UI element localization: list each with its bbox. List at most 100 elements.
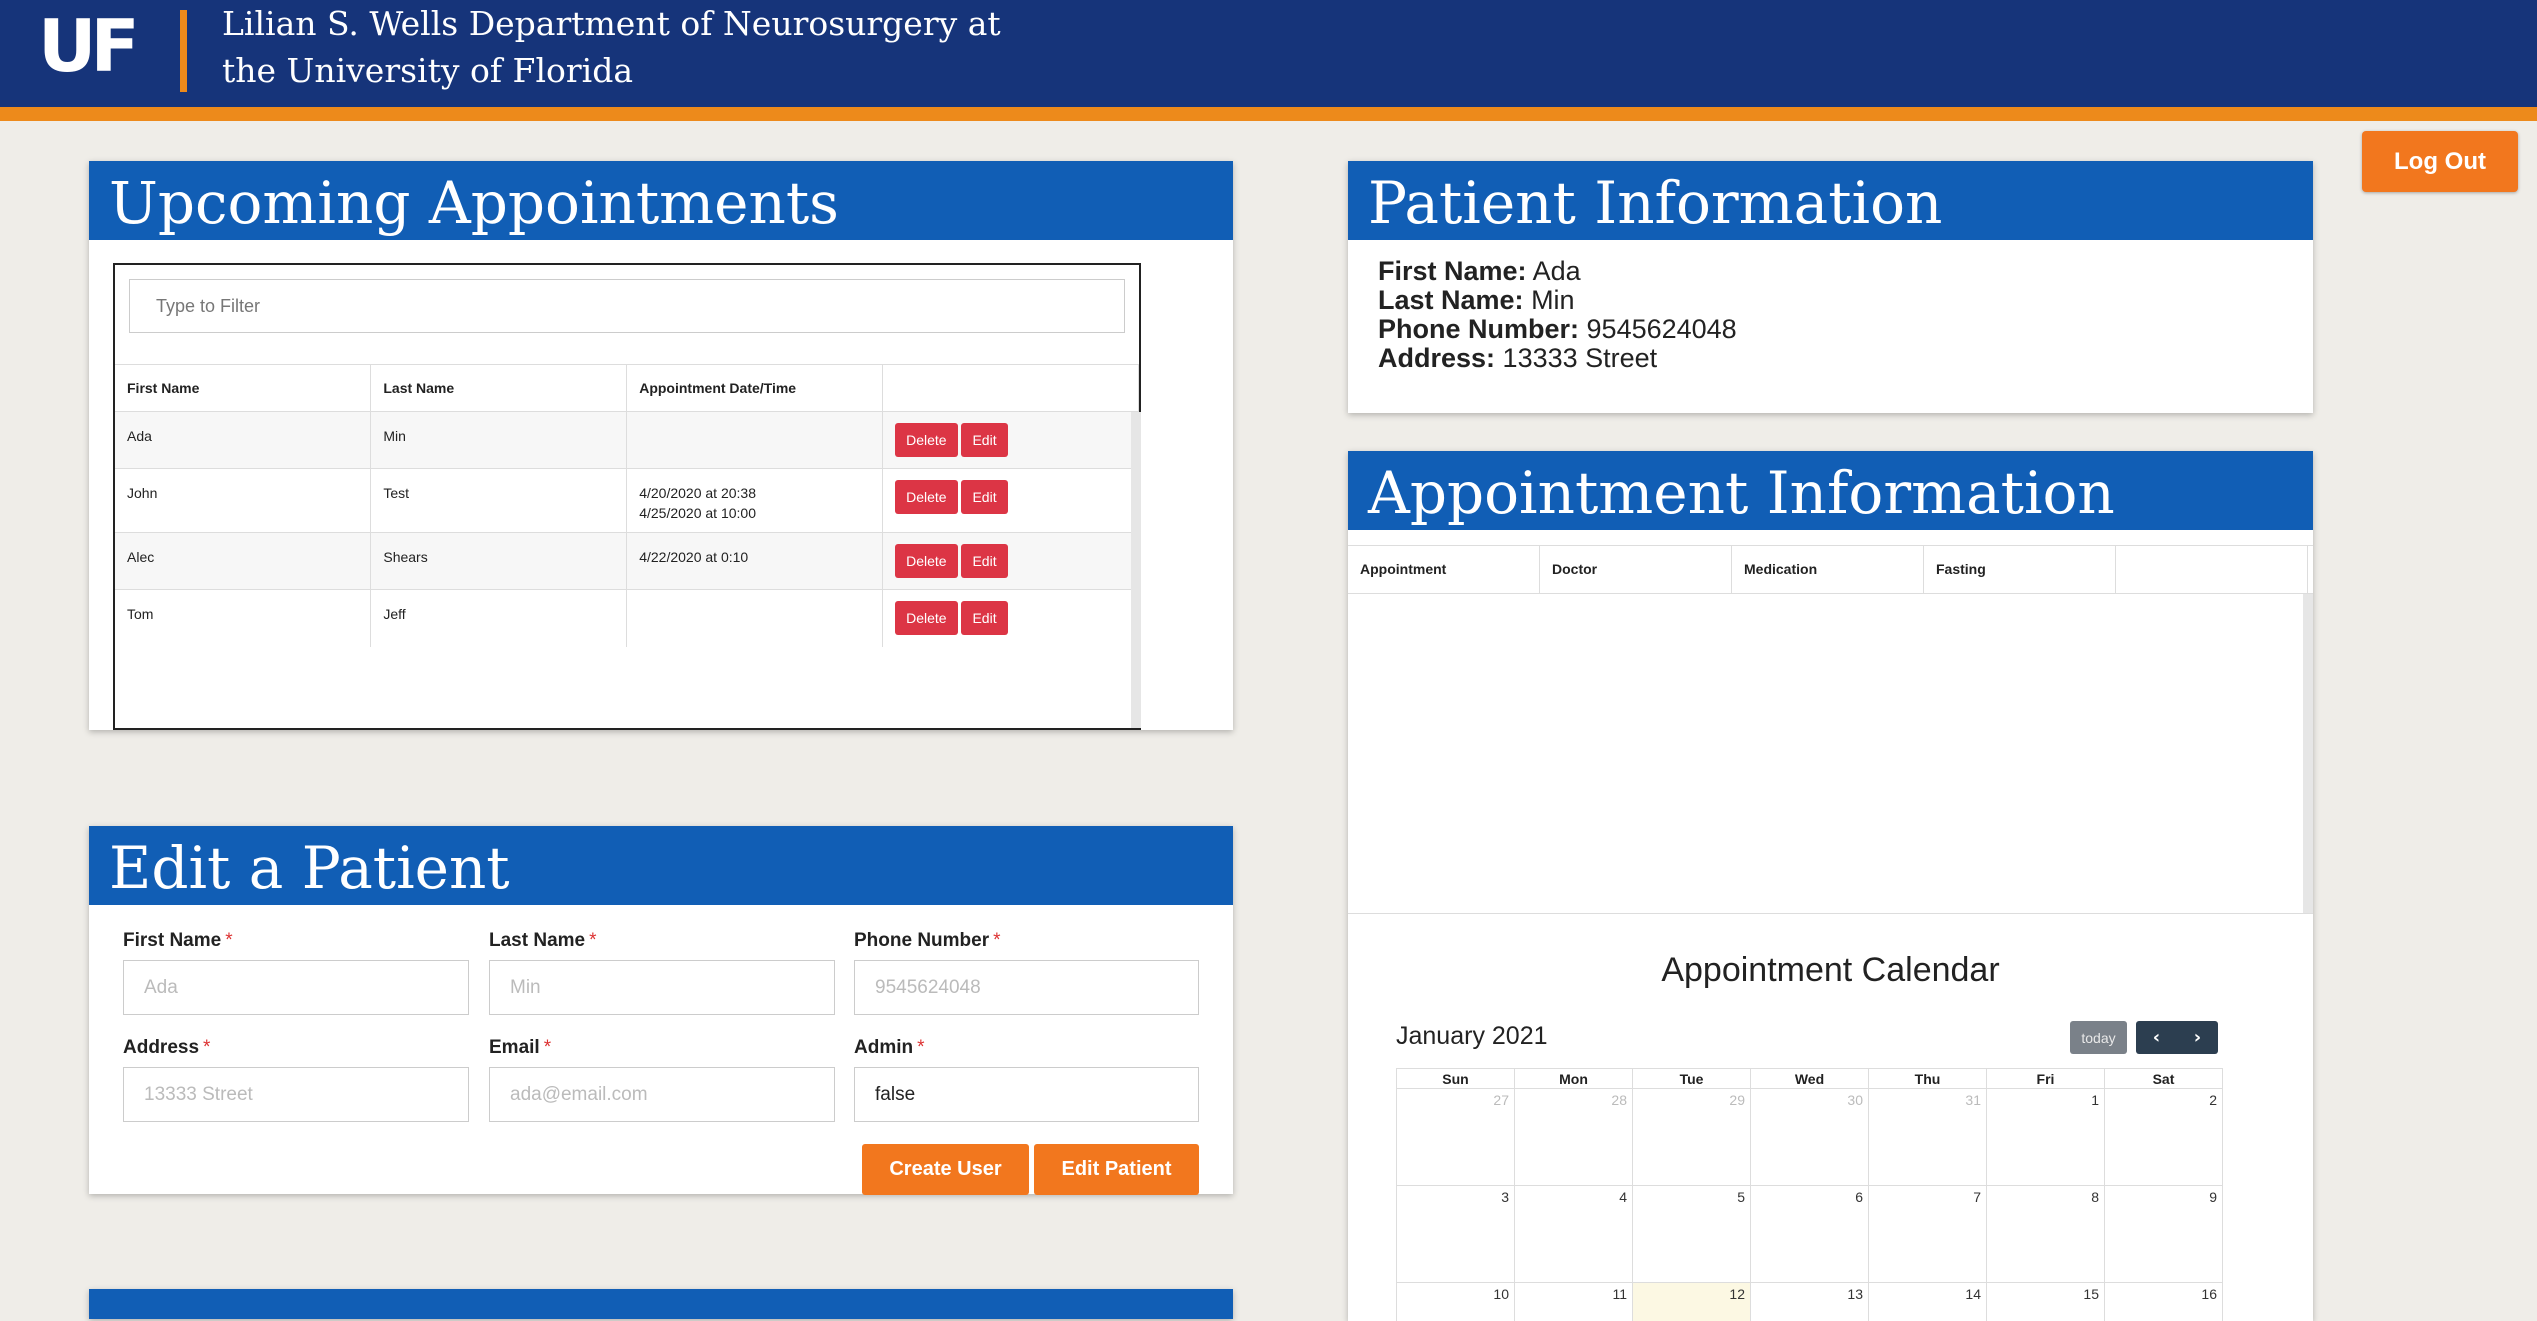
calendar-day[interactable]: 9 [2105,1186,2223,1283]
patient-first-name-line: First Name: Ada [1378,257,1581,286]
column-header-first-name[interactable]: First Name [115,365,371,412]
calendar-day[interactable]: 13 [1751,1283,1869,1321]
column-header-doctor[interactable]: Doctor [1540,546,1732,593]
calendar-week-row: 27 28 29 30 31 1 2 [1397,1089,2223,1186]
calendar-day[interactable]: 29 [1633,1089,1751,1186]
email-field[interactable] [489,1067,835,1122]
calendar-day[interactable]: 15 [1987,1283,2105,1321]
weekday-header: Fri [1987,1069,2105,1089]
edit-patient-button[interactable]: Edit Patient [1034,1144,1199,1195]
calendar-day[interactable]: 8 [1987,1186,2105,1283]
cell-first-name: Tom [115,590,371,647]
edit-button[interactable]: Edit [961,480,1007,514]
patient-phone: 9545624048 [1587,314,1737,344]
uf-logo: UF [38,10,134,82]
department-title-line2: the University of Florida [222,47,1122,94]
edit-patient-panel: Edit a Patient First Name* Last Name* Ph… [89,826,1233,1194]
appointments-table: First Name Last Name Appointment Date/Ti… [115,364,1139,647]
calendar-day[interactable]: 30 [1751,1089,1869,1186]
column-header-appointment[interactable]: Appointment [1348,546,1540,593]
appointments-table-container: First Name Last Name Appointment Date/Ti… [113,263,1141,730]
weekday-header: Mon [1515,1069,1633,1089]
calendar-week-row: 3 4 5 6 7 8 9 [1397,1186,2223,1283]
address-field[interactable] [123,1067,469,1122]
delete-button[interactable]: Delete [895,480,957,514]
upcoming-appointments-panel: Upcoming Appointments First Name Last Na… [89,161,1233,730]
calendar-day[interactable]: 10 [1397,1283,1515,1321]
patient-first-name: Ada [1533,256,1581,286]
cell-first-name: Alec [115,533,371,590]
chevron-left-icon[interactable]: ‹ [2136,1021,2177,1054]
table-row: John Test 4/20/2020 at 20:38 4/25/2020 a… [115,469,1139,533]
column-header-appointment-datetime[interactable]: Appointment Date/Time [627,365,883,412]
upcoming-appointments-title: Upcoming Appointments [89,161,1233,240]
cell-appointment-datetime: 4/22/2020 at 0:10 [627,533,883,590]
required-mark: * [917,1037,924,1058]
delete-button[interactable]: Delete [895,601,957,635]
calendar-day[interactable]: 27 [1397,1089,1515,1186]
department-title: Lilian S. Wells Department of Neurosurge… [222,0,1122,94]
column-header-medication[interactable]: Medication [1732,546,1924,593]
logout-button[interactable]: Log Out [2362,131,2518,192]
required-mark: * [544,1037,551,1058]
phone-number-label: Phone Number* [854,930,1001,952]
required-mark: * [993,930,1000,951]
edit-button[interactable]: Edit [961,423,1007,457]
appointment-info-scrollbar[interactable] [2303,594,2313,913]
column-header-fasting[interactable]: Fasting [1924,546,2116,593]
calendar-day[interactable]: 28 [1515,1089,1633,1186]
cell-last-name: Jeff [371,590,627,647]
address-label: Address* [123,1037,210,1059]
patient-information-title: Patient Information [1348,161,2313,240]
column-header-actions [883,365,1139,412]
last-name-label: Last Name* [489,930,597,952]
calendar-day[interactable]: 3 [1397,1186,1515,1283]
chevron-right-icon[interactable]: › [2177,1021,2218,1054]
calendar-day[interactable]: 4 [1515,1186,1633,1283]
cell-actions: Delete Edit [883,533,1139,590]
calendar-day-today[interactable]: 12 [1633,1283,1751,1321]
calendar-grid: Sun Mon Tue Wed Thu Fri Sat 27 28 29 30 … [1396,1068,2223,1321]
patient-last-name-label: Last Name: [1378,285,1524,315]
header-accent-stripe [0,107,2537,121]
appointment-info-divider [1348,913,2313,914]
calendar-day[interactable]: 2 [2105,1089,2223,1186]
cell-appointment-datetime [627,412,883,469]
phone-number-field[interactable] [854,960,1199,1015]
delete-button[interactable]: Delete [895,423,957,457]
appointment-information-title: Appointment Information [1348,451,2313,530]
calendar-week-row: 10 11 12 13 14 15 16 [1397,1283,2223,1321]
first-name-field[interactable] [123,960,469,1015]
edit-button[interactable]: Edit [961,544,1007,578]
column-header-last-name[interactable]: Last Name [371,365,627,412]
today-button[interactable]: today [2070,1021,2127,1054]
edit-button[interactable]: Edit [961,601,1007,635]
weekday-header: Thu [1869,1069,1987,1089]
table-scrollbar[interactable] [1131,412,1141,728]
calendar-day[interactable]: 5 [1633,1186,1751,1283]
calendar-day[interactable]: 7 [1869,1186,1987,1283]
appointment-time: 4/25/2020 at 10:00 [639,503,882,523]
admin-field[interactable] [854,1067,1199,1122]
calendar-day[interactable]: 1 [1987,1089,2105,1186]
phone-number-label-text: Phone Number [854,930,989,951]
filter-input[interactable] [129,279,1125,333]
create-user-button[interactable]: Create User [862,1144,1029,1195]
cell-actions: Delete Edit [883,469,1139,533]
calendar-day[interactable]: 6 [1751,1186,1869,1283]
calendar-day[interactable]: 16 [2105,1283,2223,1321]
delete-button[interactable]: Delete [895,544,957,578]
top-header-bar: UF Lilian S. Wells Department of Neurosu… [0,0,2537,107]
cell-last-name: Test [371,469,627,533]
appointment-time: 4/20/2020 at 20:38 [639,483,882,503]
weekday-header: Sat [2105,1069,2223,1089]
last-name-field[interactable] [489,960,835,1015]
required-mark: * [203,1037,210,1058]
calendar-day[interactable]: 14 [1869,1283,1987,1321]
cell-last-name: Min [371,412,627,469]
calendar-day[interactable]: 11 [1515,1283,1633,1321]
email-label-text: Email [489,1037,540,1058]
calendar-day[interactable]: 31 [1869,1089,1987,1186]
admin-label-text: Admin [854,1037,913,1058]
first-name-label: First Name* [123,930,233,952]
